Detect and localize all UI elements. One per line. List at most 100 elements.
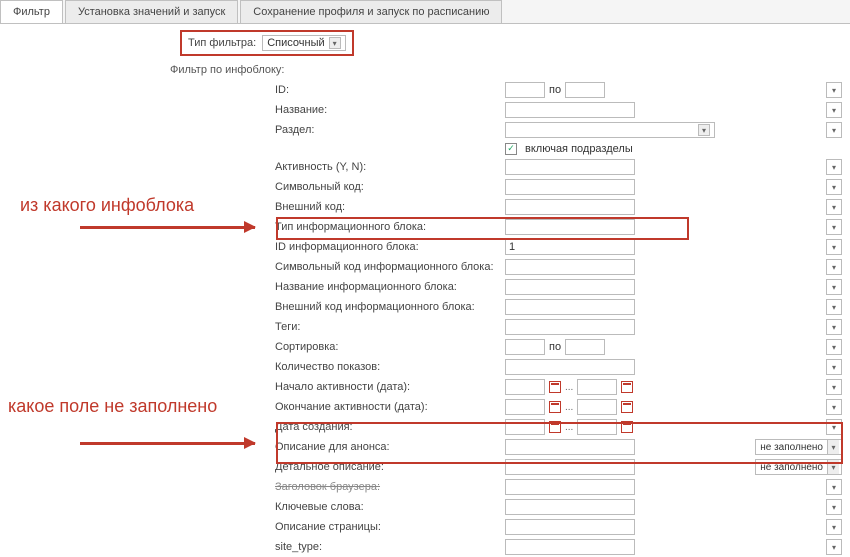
subsections-checkbox[interactable]: ✓ [505, 143, 517, 155]
label-id: ID: [275, 84, 505, 96]
label-ibname: Название информационного блока: [275, 281, 505, 293]
tab-schedule[interactable]: Сохранение профиля и запуск по расписани… [240, 0, 502, 23]
date-sep: ... [565, 402, 573, 413]
sitetype-extra-select[interactable]: ▾ [826, 539, 842, 555]
label-active-to: Окончание активности (дата): [275, 401, 505, 413]
active-extra-select[interactable]: ▾ [826, 159, 842, 175]
label-sort: Сортировка: [275, 341, 505, 353]
id-between: по [549, 84, 561, 96]
name-input[interactable] [505, 102, 635, 118]
label-detail: Детальное описание: [275, 461, 505, 473]
active-to-1[interactable] [505, 399, 545, 415]
ibid-input[interactable] [505, 239, 635, 255]
ibext-extra-select[interactable]: ▾ [826, 299, 842, 315]
name-extra-select[interactable]: ▾ [826, 102, 842, 118]
annotation-arrow-1 [80, 226, 255, 229]
label-name: Название: [275, 104, 505, 116]
ibext-input[interactable] [505, 299, 635, 315]
calendar-icon[interactable] [549, 421, 561, 433]
page-desc-input[interactable] [505, 519, 635, 535]
label-extcode: Внешний код: [275, 201, 505, 213]
calendar-icon[interactable] [621, 401, 633, 413]
preview-opt-value: не заполнено [760, 442, 823, 453]
keywords-extra-select[interactable]: ▾ [826, 499, 842, 515]
detail-input[interactable] [505, 459, 635, 475]
label-section: Раздел: [275, 124, 505, 136]
sort-from-input[interactable] [505, 339, 545, 355]
id-to-input[interactable] [565, 82, 605, 98]
code-input[interactable] [505, 179, 635, 195]
detail-opt-select[interactable]: не заполнено ▾ [755, 459, 842, 475]
keywords-input[interactable] [505, 499, 635, 515]
date-sep: ... [565, 382, 573, 393]
label-active-from: Начало активности (дата): [275, 381, 505, 393]
ibtype-extra-select[interactable]: ▾ [826, 219, 842, 235]
label-ibext: Внешний код информационного блока: [275, 301, 505, 313]
sort-to-input[interactable] [565, 339, 605, 355]
tags-extra-select[interactable]: ▾ [826, 319, 842, 335]
tags-input[interactable] [505, 319, 635, 335]
annotation-text-1: из какого инфоблока [20, 195, 194, 216]
tabs-bar: Фильтр Установка значений и запуск Сохра… [0, 0, 850, 24]
ibid-extra-select[interactable]: ▾ [826, 239, 842, 255]
label-active: Активность (Y, N): [275, 161, 505, 173]
active-from-1[interactable] [505, 379, 545, 395]
filter-type-label: Тип фильтра: [188, 37, 256, 49]
chevron-down-icon: ▾ [827, 460, 839, 474]
preview-opt-select[interactable]: не заполнено ▾ [755, 439, 842, 455]
ibcode-input[interactable] [505, 259, 635, 275]
created-1[interactable] [505, 419, 545, 435]
active-to-2[interactable] [577, 399, 617, 415]
site-type-input[interactable] [505, 539, 635, 555]
chevron-down-icon: ▾ [827, 440, 839, 454]
filter-type-value: Списочный [267, 37, 324, 49]
tab-filter[interactable]: Фильтр [0, 0, 63, 23]
label-ibcode: Символьный код информационного блока: [275, 261, 505, 273]
ibname-input[interactable] [505, 279, 635, 295]
created-2[interactable] [577, 419, 617, 435]
code-extra-select[interactable]: ▾ [826, 179, 842, 195]
label-ibid: ID информационного блока: [275, 241, 505, 253]
preview-input[interactable] [505, 439, 635, 455]
label-ibtype: Тип информационного блока: [275, 221, 505, 233]
shows-input[interactable] [505, 359, 635, 375]
section-select[interactable]: ▾ [505, 122, 715, 138]
sort-extra-select[interactable]: ▾ [826, 339, 842, 355]
label-created: Дата создания: [275, 421, 505, 433]
browsertitle-extra-select[interactable]: ▾ [826, 479, 842, 495]
created-extra-select[interactable]: ▾ [826, 419, 842, 435]
calendar-icon[interactable] [549, 381, 561, 393]
annotation-text-2: какое поле не заполнено [8, 396, 217, 417]
detail-opt-value: не заполнено [760, 462, 823, 473]
active-input[interactable] [505, 159, 635, 175]
annotation-arrow-2 [80, 442, 255, 445]
chevron-down-icon: ▾ [329, 37, 341, 49]
extcode-extra-select[interactable]: ▾ [826, 199, 842, 215]
activefrom-extra-select[interactable]: ▾ [826, 379, 842, 395]
section-extra-select[interactable]: ▾ [826, 122, 842, 138]
ibname-extra-select[interactable]: ▾ [826, 279, 842, 295]
extcode-input[interactable] [505, 199, 635, 215]
shows-extra-select[interactable]: ▾ [826, 359, 842, 375]
label-keywords: Ключевые слова: [275, 501, 505, 513]
calendar-icon[interactable] [621, 421, 633, 433]
tab-set-values[interactable]: Установка значений и запуск [65, 0, 238, 23]
active-from-2[interactable] [577, 379, 617, 395]
filter-type-select[interactable]: Списочный ▾ [262, 35, 345, 51]
activeto-extra-select[interactable]: ▾ [826, 399, 842, 415]
calendar-icon[interactable] [621, 381, 633, 393]
iblock-filter-label: Фильтр по инфоблоку: [170, 64, 285, 76]
calendar-icon[interactable] [549, 401, 561, 413]
id-from-input[interactable] [505, 82, 545, 98]
pagedesc-extra-select[interactable]: ▾ [826, 519, 842, 535]
id-extra-select[interactable]: ▾ [826, 82, 842, 98]
ibcode-extra-select[interactable]: ▾ [826, 259, 842, 275]
label-shows: Количество показов: [275, 361, 505, 373]
label-code: Символьный код: [275, 181, 505, 193]
ibtype-input[interactable] [505, 219, 635, 235]
label-page-desc: Описание страницы: [275, 521, 505, 533]
date-sep: ... [565, 422, 573, 433]
browser-title-input[interactable] [505, 479, 635, 495]
label-tags: Теги: [275, 321, 505, 333]
subsections-label: включая подразделы [525, 143, 633, 155]
